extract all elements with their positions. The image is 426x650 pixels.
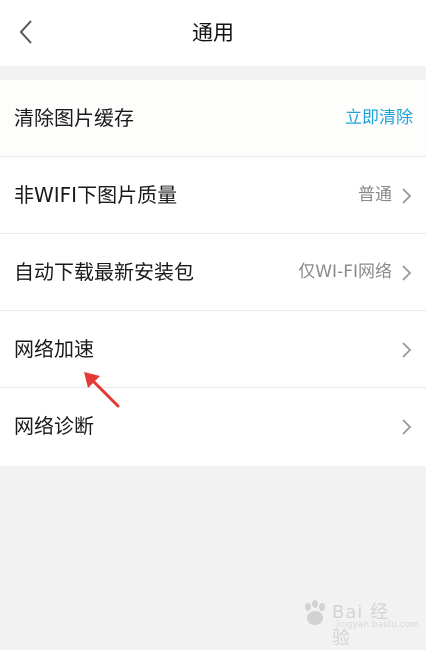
top-bar: 通用 [0,0,426,66]
row-label: 非WIFI下图片质量 [14,183,178,207]
red-arrow-annotation-icon [84,372,120,408]
non-wifi-image-quality-row[interactable]: 非WIFI下图片质量 普通 [0,157,426,234]
row-label: 清除图片缓存 [14,106,134,130]
clear-now-button[interactable]: 立即清除 [345,80,413,157]
clear-image-cache-row[interactable]: 清除图片缓存 立即清除 [0,80,426,157]
row-value: 仅WI-FI网络 [298,262,392,282]
auto-download-package-row[interactable]: 自动下载最新安装包 仅WI-FI网络 [0,234,426,311]
settings-list: 清除图片缓存 立即清除 非WIFI下图片质量 普通 自动下载最新安装包 仅WI-… [0,80,426,466]
section-gap [0,66,426,80]
chevron-right-icon [402,188,412,204]
chevron-right-icon [402,419,412,435]
watermark-sub-text: jingyan.baidu.com [336,620,420,630]
baidu-jingyan-watermark: Bai 经验 jingyan.baidu.com [298,596,419,649]
page-title: 通用 [192,21,234,45]
row-value: 普通 [358,185,392,205]
network-diagnosis-row[interactable]: 网络诊断 [0,388,426,466]
row-label: 自动下载最新安装包 [14,260,194,284]
paw-logo-icon [305,600,325,625]
chevron-right-icon [402,342,412,358]
chevron-right-icon [402,265,412,281]
network-acceleration-row[interactable]: 网络加速 [0,311,426,388]
